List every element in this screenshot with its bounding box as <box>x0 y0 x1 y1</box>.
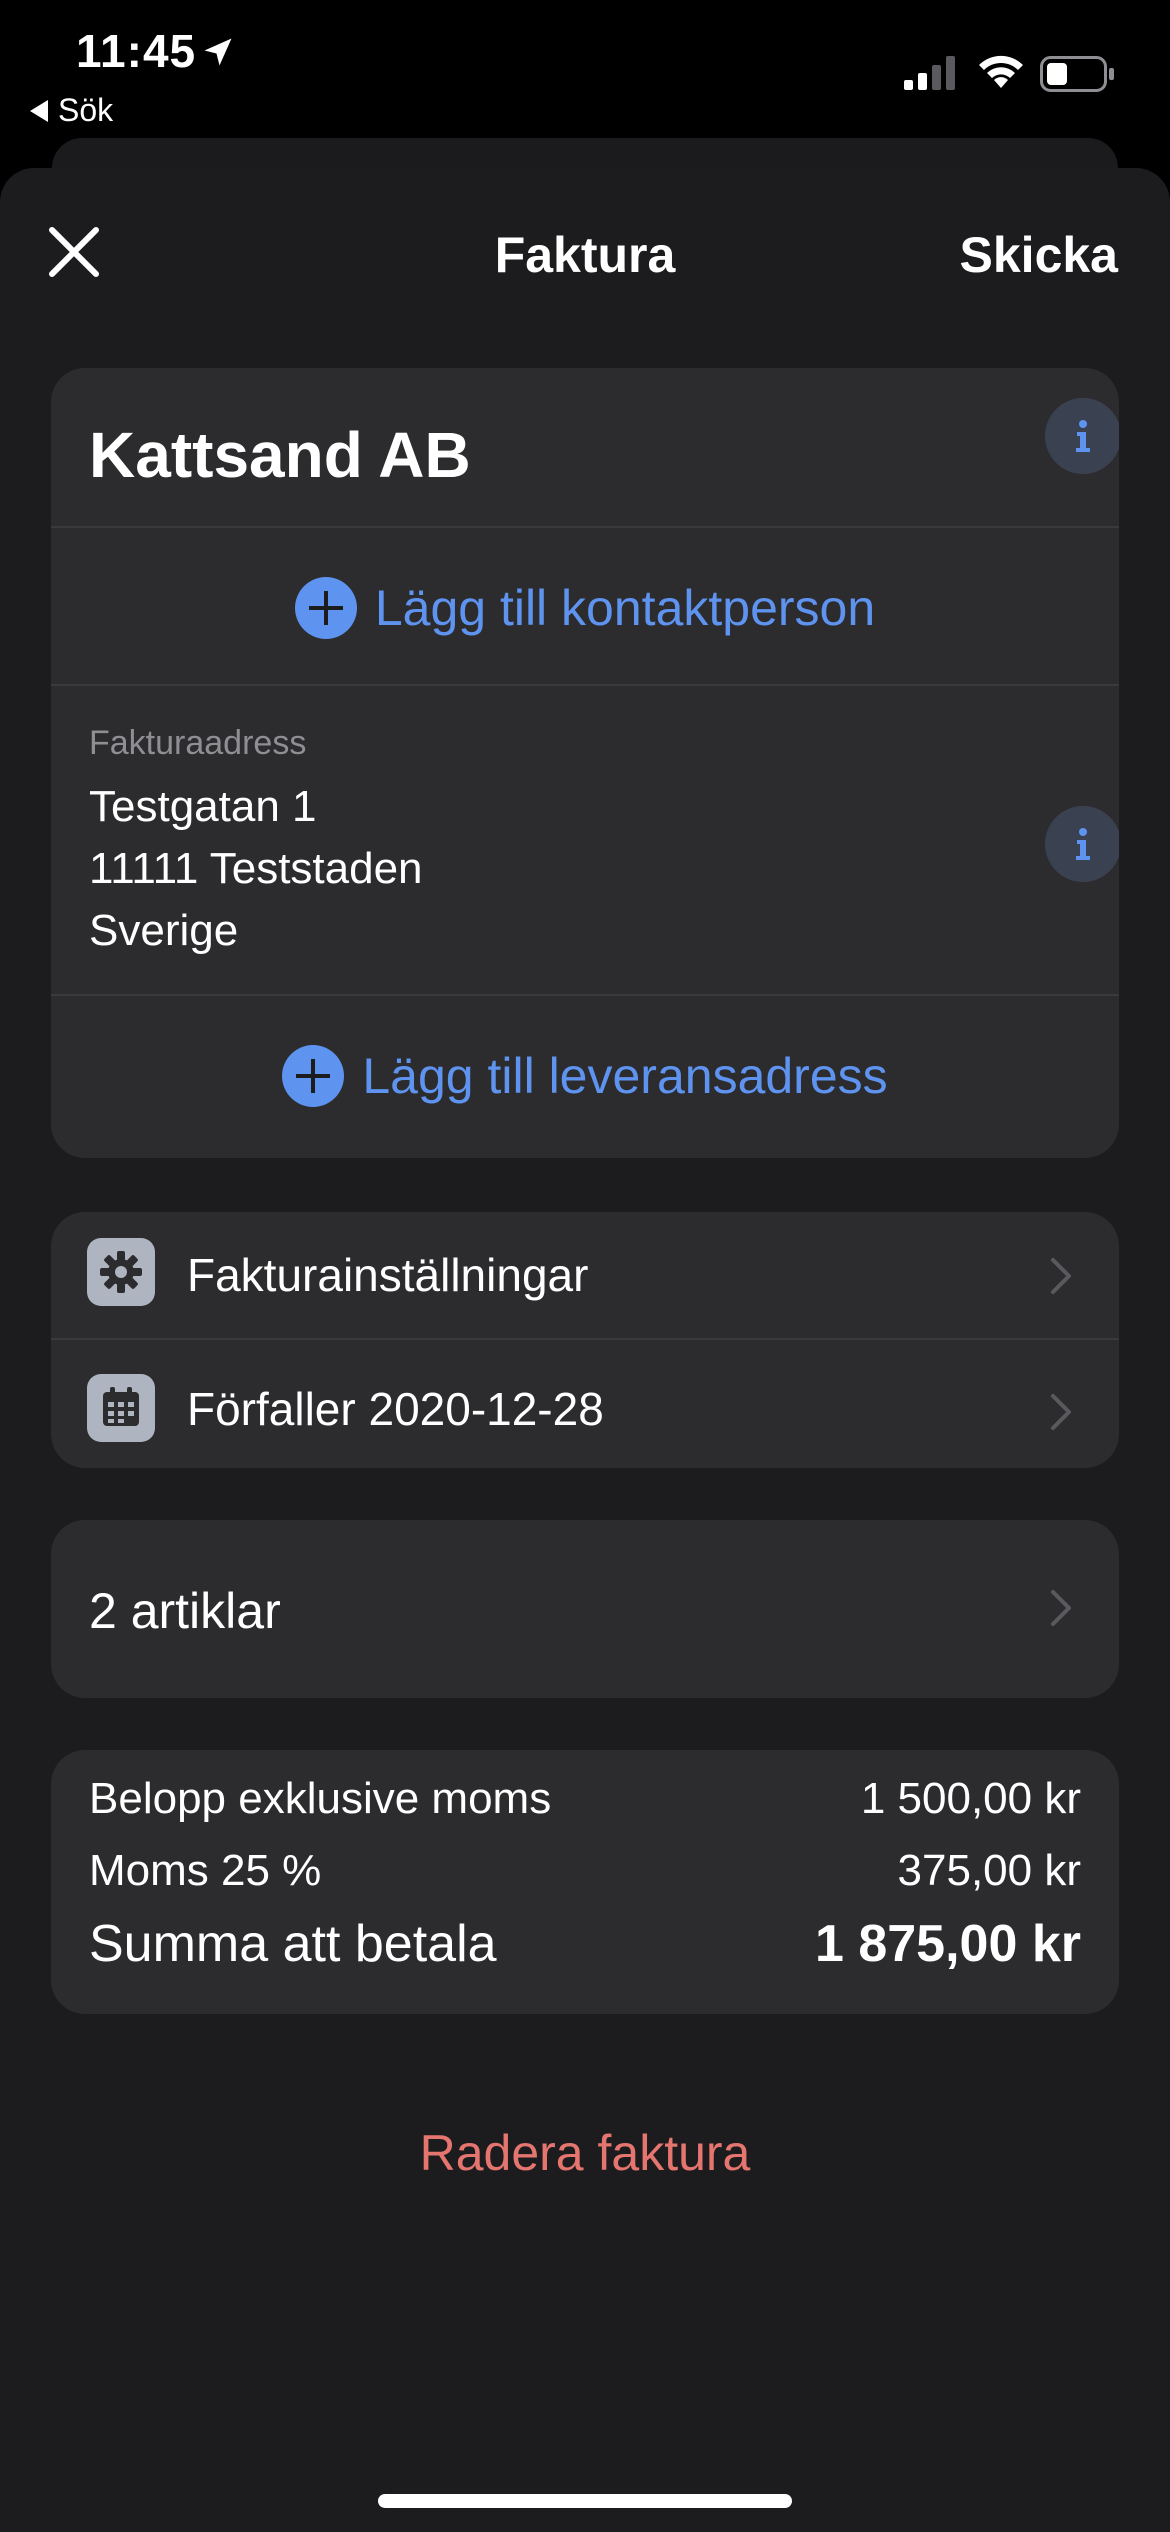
gear-icon <box>87 1238 155 1306</box>
divider <box>51 994 1119 996</box>
back-to-search-link[interactable]: Sök <box>30 92 113 129</box>
due-date-row[interactable]: Förfaller 2020-12-28 <box>51 1340 1119 1468</box>
vat-value: 375,00 kr <box>897 1846 1081 1895</box>
add-delivery-address-button[interactable]: Lägg till leveransadress <box>51 1045 1119 1107</box>
articles-label: 2 artiklar <box>89 1583 281 1639</box>
info-icon <box>1076 420 1090 452</box>
customer-card: Kattsand AB Lägg till kontaktperson Fakt… <box>51 368 1119 1158</box>
battery-icon <box>1040 56 1114 92</box>
wifi-icon <box>979 55 1023 88</box>
invoice-sheet: Faktura Skicka Kattsand AB Lägg till kon… <box>0 168 1170 2532</box>
send-button[interactable]: Skicka <box>960 226 1118 284</box>
invoice-settings-label: Fakturainställningar <box>187 1249 589 1301</box>
chevron-right-icon <box>1051 1394 1071 1430</box>
back-triangle-icon <box>30 99 48 122</box>
home-indicator[interactable] <box>378 2494 792 2508</box>
billing-address-line: Sverige <box>89 906 239 955</box>
info-icon <box>1076 828 1090 860</box>
navigation-bar: Faktura Skicka <box>0 168 1170 348</box>
total-label: Summa att betala <box>89 1915 497 1973</box>
billing-address-label: Fakturaadress <box>89 724 307 762</box>
articles-row[interactable]: 2 artiklar <box>51 1520 1119 1698</box>
invoice-settings-row[interactable]: Fakturainställningar <box>51 1212 1119 1340</box>
billing-address-line: 11111 Teststaden <box>89 844 423 893</box>
plus-circle-icon <box>294 577 357 639</box>
add-contact-person-label: Lägg till kontaktperson <box>374 580 876 636</box>
add-contact-person-button[interactable]: Lägg till kontaktperson <box>51 577 1119 639</box>
totals-card: Belopp exklusive moms 1 500,00 kr Moms 2… <box>51 1750 1119 2014</box>
settings-card: Fakturainställningar Förfaller 2020-12-2… <box>51 1212 1119 1468</box>
due-date-label: Förfaller 2020-12-28 <box>187 1383 604 1435</box>
delete-invoice-button[interactable]: Radera faktura <box>0 2124 1170 2182</box>
address-info-button[interactable] <box>1045 806 1119 882</box>
calendar-icon <box>87 1374 155 1442</box>
chevron-right-icon <box>1051 1258 1071 1294</box>
divider <box>51 526 1119 528</box>
vat-label: Moms 25 % <box>89 1846 322 1895</box>
chevron-right-icon <box>1051 1590 1071 1626</box>
back-to-search-label: Sök <box>58 92 114 128</box>
subtotal-value: 1 500,00 kr <box>860 1774 1081 1823</box>
cellular-signal-icon <box>904 56 955 90</box>
customer-info-button[interactable] <box>1045 398 1119 474</box>
location-arrow-icon <box>204 38 232 66</box>
billing-address-line: Testgatan 1 <box>89 782 317 831</box>
plus-circle-icon <box>282 1045 345 1107</box>
add-delivery-address-label: Lägg till leveransadress <box>362 1048 888 1104</box>
status-time: 11:45 <box>76 25 197 77</box>
divider <box>51 684 1119 686</box>
status-bar: 11:45 Sök <box>0 0 1170 140</box>
customer-name: Kattsand AB <box>89 419 471 491</box>
subtotal-label: Belopp exklusive moms <box>89 1774 552 1823</box>
total-value: 1 875,00 kr <box>814 1915 1081 1973</box>
